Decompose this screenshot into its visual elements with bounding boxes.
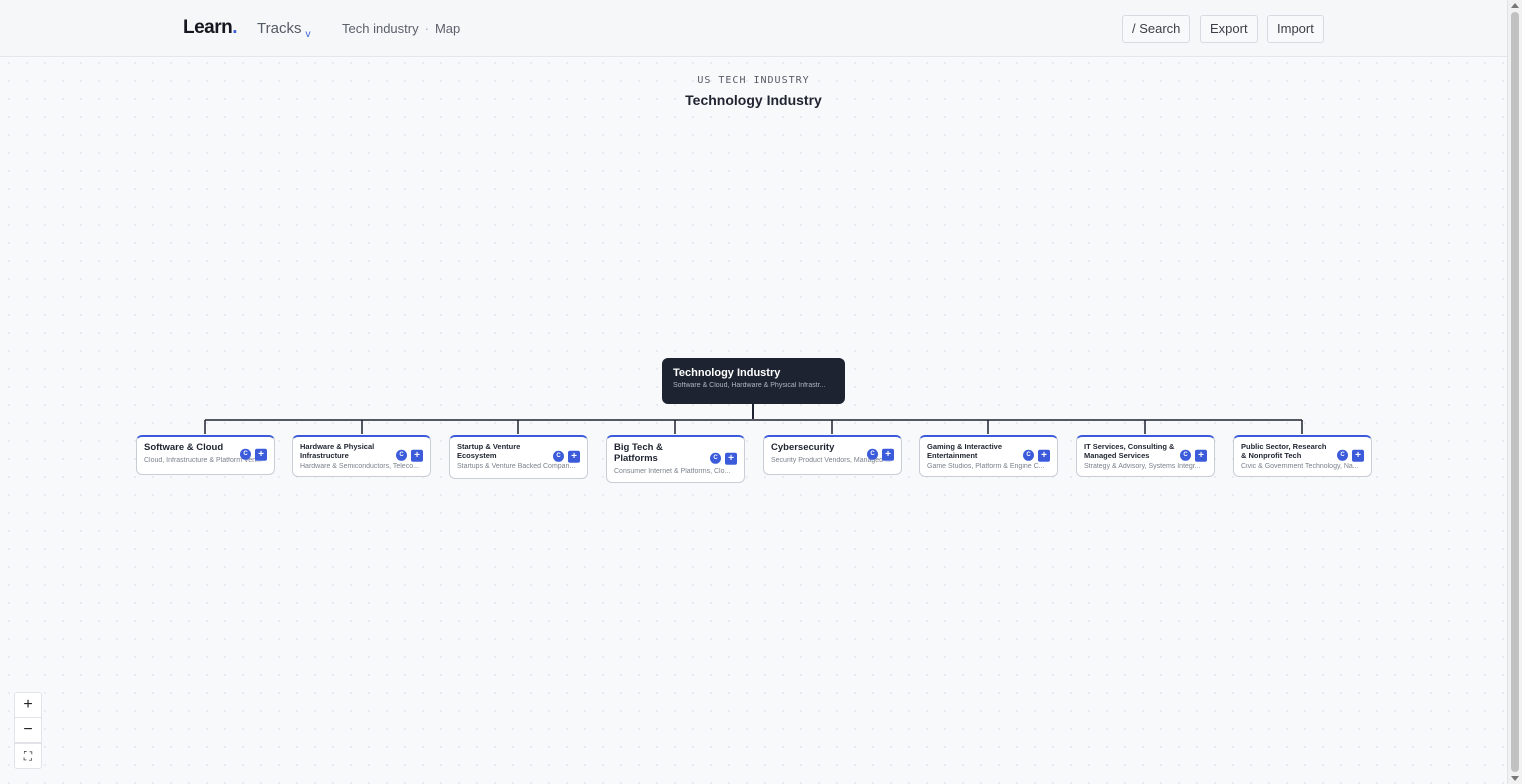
category-badge-icon[interactable]: C [710,452,721,464]
add-child-button[interactable]: + [725,452,737,465]
node-title: Startup & Venture Ecosystem [457,442,521,460]
add-child-button[interactable]: + [411,449,423,462]
node-title: Cybersecurity [771,442,835,453]
scrollbar-thumb[interactable] [1511,12,1519,772]
import-button[interactable]: Import [1267,15,1324,43]
node-subtitle: Startups & Venture Backed Compan... [457,463,576,471]
node-subtitle: Consumer Internet & Platforms, Clo... [614,467,731,475]
add-child-button[interactable]: + [1195,449,1207,462]
category-badge-icon[interactable]: C [396,449,407,461]
export-button[interactable]: Export [1200,15,1258,43]
node-title: Big Tech & Platforms [614,442,663,464]
chevron-down-icon: v [305,29,311,40]
add-child-button[interactable]: + [1038,449,1050,462]
node-title: Public Sector, Research & Nonprofit Tech [1241,442,1327,460]
fit-view-icon: ⛶ [23,749,33,763]
root-node-subtitle: Software & Cloud, Hardware & Physical In… [673,382,826,389]
add-child-button[interactable]: + [1352,449,1364,462]
category-badge-icon[interactable]: C [240,448,251,460]
breadcrumb: Tech industry · Map [342,21,460,36]
node-title: Hardware & Physical Infrastructure [300,442,375,460]
child-node-software-cloud[interactable]: Software & Cloud Cloud, Infrastructure &… [136,435,275,475]
node-title: IT Services, Consulting & Managed Servic… [1084,442,1175,460]
child-node-gaming[interactable]: Gaming & Interactive Entertainment Game … [919,435,1058,477]
category-badge-icon[interactable]: C [1180,449,1191,461]
child-node-startup[interactable]: Startup & Venture Ecosystem Startups & V… [449,435,588,479]
category-badge-icon[interactable]: C [867,448,878,460]
breadcrumb-separator: · [424,21,429,36]
node-title: Gaming & Interactive Entertainment [927,442,1003,460]
zoom-out-button[interactable]: − [14,717,42,743]
node-subtitle: Civic & Government Technology, Na... [1241,463,1359,471]
child-node-public-sector[interactable]: Public Sector, Research & Nonprofit Tech… [1233,435,1372,477]
tracks-label: Tracks [257,20,302,37]
page-scrollbar[interactable] [1507,0,1522,784]
add-child-button[interactable]: + [568,450,580,463]
category-badge-icon[interactable]: C [1023,449,1034,461]
root-node-title: Technology Industry [673,367,781,379]
map-title: Technology Industry [685,92,822,108]
node-subtitle: Strategy & Advisory, Systems Integr... [1084,463,1201,471]
breadcrumb-item-map[interactable]: Map [435,21,460,36]
search-button[interactable]: / Search [1122,15,1191,43]
child-node-hardware[interactable]: Hardware & Physical Infrastructure Hardw… [292,435,431,477]
top-bar: Learn. Tracks v Tech industry · Map / Searc… [0,0,1507,57]
tracks-menu[interactable]: Tracks v [257,20,311,40]
child-node-big-tech[interactable]: Big Tech & Platforms Consumer Internet &… [606,435,745,483]
child-node-it-services[interactable]: IT Services, Consulting & Managed Servic… [1076,435,1215,477]
logo[interactable]: Learn. [183,17,238,39]
zoom-in-button[interactable]: + [14,692,42,718]
node-subtitle: Game Studios, Platform & Engine C... [927,463,1045,471]
node-subtitle: Hardware & Semiconductors, Teleco... [300,463,419,471]
scroll-up-icon[interactable] [1511,3,1519,8]
scroll-down-icon[interactable] [1511,776,1519,781]
root-node[interactable]: Technology Industry Software & Cloud, Ha… [662,358,845,404]
fit-view-button[interactable]: ⛶ [14,743,42,769]
map-eyebrow: US TECH INDUSTRY [697,75,810,86]
breadcrumb-item-tech-industry[interactable]: Tech industry [342,21,419,36]
node-title: Software & Cloud [144,442,224,453]
child-node-cybersecurity[interactable]: Cybersecurity Security Product Vendors, … [763,435,902,475]
category-badge-icon[interactable]: C [1337,449,1348,461]
add-child-button[interactable]: + [882,448,894,461]
add-child-button[interactable]: + [255,448,267,461]
category-badge-icon[interactable]: C [553,450,564,462]
